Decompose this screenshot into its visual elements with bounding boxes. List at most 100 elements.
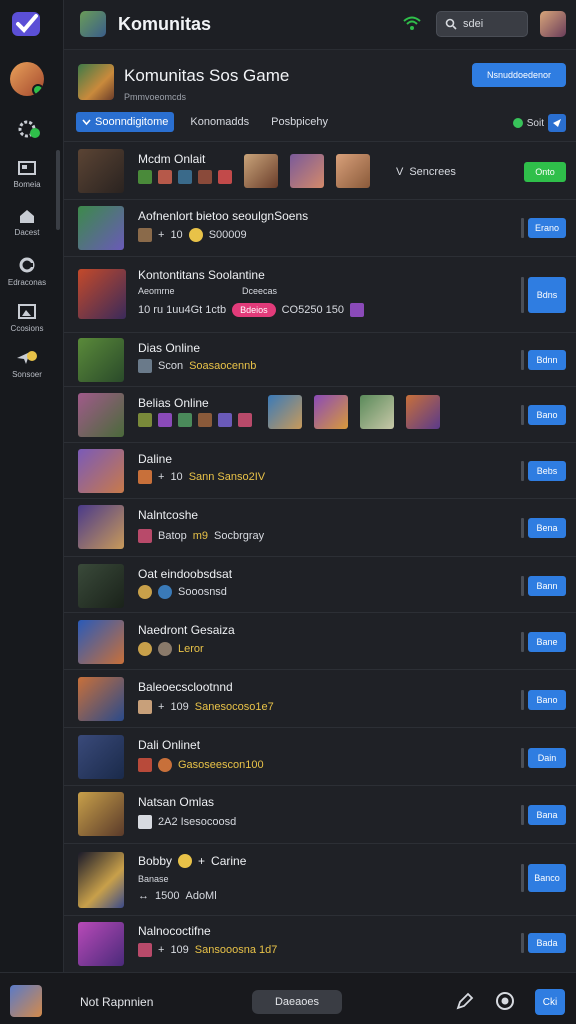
profile-avatar[interactable] [540,11,566,37]
row-title: Belias Online [138,396,209,410]
rail-item-2[interactable]: Edraconas [4,256,50,287]
row-sub-a: Aeomrne [138,286,175,296]
row-action-button[interactable]: Erano [528,218,566,238]
row-meta: 2A2 Isesocoosd [138,815,236,829]
header-action-button[interactable]: Nsnuddoedenor [472,63,566,87]
list-item[interactable]: Oat eindoobsdsat Sooosnsd Bann [64,557,576,613]
list-item[interactable]: Bobby + Carine Banase ↔ 1500 AdoMl Banco [64,844,576,916]
list-item[interactable]: Natsan Omlas 2A2 Isesocoosd Bana [64,786,576,844]
row-thumbnail [78,338,124,382]
row-title: Nalntcoshe [138,508,199,522]
tab-0[interactable]: Soonndigitome [76,112,175,132]
edit-icon[interactable] [455,991,475,1011]
rail-item-4[interactable]: Sonsoer [4,350,50,379]
row-action-button[interactable]: Bdns [528,277,566,313]
chat-button[interactable]: Cki [535,989,565,1015]
list-item[interactable]: Daline +10 Sann Sanso2IV Bebs [64,443,576,499]
row-divider [521,461,524,481]
row-action-button[interactable]: Bane [528,632,566,652]
list-item[interactable]: Naedront Gesaiza Leror Bane [64,613,576,670]
rail-scrollbar[interactable] [56,150,60,230]
row-title: Kontontitans Soolantine [138,268,265,282]
community-list: Mcdm Onlait V Sencrees Onto Aofnenlort bi… [64,142,576,972]
row-divider [521,218,524,238]
bottom-status-label: Not Rapnnien [80,995,154,1009]
settings-gear-icon[interactable] [16,116,42,142]
rail-item-1[interactable]: Dacest [4,208,50,237]
row-title: Naedront Gesaiza [138,623,235,637]
row-divider [521,864,524,892]
row-thumbnail [78,852,124,908]
row-action-button[interactable]: Bano [528,405,566,425]
row-thumbnail [78,206,124,250]
list-item[interactable]: Baleoecsclootnnd +109 Sanesocoso1e7 Bano [64,670,576,728]
row-meta: +10 Sann Sanso2IV [138,470,265,484]
bottom-avatar[interactable] [10,985,42,1017]
online-status-icon [512,118,523,128]
inbox-icon [18,161,36,175]
community-header: Komunitas Sos Game Pmmvoeomcds Nsnuddoed… [64,50,576,142]
refresh-icon [19,257,35,273]
row-action-button[interactable]: Bebs [528,461,566,481]
list-item[interactable]: Nalnococtifne +109 Sansooosna 1d7 Bada [64,916,576,972]
rail-item-label: Bomeia [13,180,41,189]
list-item[interactable]: Nalntcoshe Batop m9 Socbrgray Bena [64,499,576,557]
row-title: Daline [138,452,173,466]
wifi-icon[interactable] [402,14,422,32]
row-action-button[interactable]: Bdnn [528,350,566,370]
row-divider [521,277,524,313]
list-item[interactable]: Mcdm Onlait V Sencrees Onto [64,142,576,200]
community-icon [80,11,106,37]
row-divider [521,576,524,596]
row-meta: Gasoseescon100 [138,758,264,772]
row-action-button[interactable]: Bada [528,933,566,953]
bottom-action-button[interactable]: Daeaoes [252,990,342,1014]
list-item[interactable]: Aofnenlort bietoo seoulgnSoens +10 S00009… [64,200,576,257]
row-title: Bobby [138,854,173,868]
row-divider [521,748,524,768]
row-meta [138,413,252,427]
row-divider [521,518,524,538]
row-thumbnail [78,149,124,193]
status-badge: Bdeios [232,303,276,317]
send-icon[interactable] [548,114,566,132]
row-title: Dias Online [138,341,201,355]
row-thumbnail [78,269,126,319]
tab-label: Soonndigitome [95,116,169,128]
row-meta: Batop m9 Socbrgray [138,529,264,543]
row-action-button[interactable]: Dain [528,748,566,768]
row-thumbnail [78,922,124,966]
row-title: Nalnococtifne [138,924,211,938]
header-right-label[interactable]: Soit [527,118,544,129]
member-thumbnails [268,395,440,429]
chevron-down-icon [82,118,91,125]
header-right-tools: Soit [512,114,566,132]
row-action-button[interactable]: Bann [528,576,566,596]
row-sub-b: Dceecas [242,286,278,296]
search-field[interactable]: sdei [436,11,528,37]
row-meta [138,170,232,184]
rail-item-3[interactable]: Ccosions [4,304,50,333]
row-action-button[interactable]: Banco [528,864,566,892]
list-item[interactable]: Dias Online Scon Soasaocennb Bdnn [64,333,576,387]
left-rail: Bomeia Dacest Edraconas Ccosions Sonsoer [0,0,64,1024]
bottom-bar: Not Rapnnien Daeaoes Cki [0,972,576,1024]
rail-item-label: Edraconas [7,278,47,287]
tab-2[interactable]: Posbpicehy [265,112,334,132]
tab-1[interactable]: Konomadds [184,112,255,132]
row-action-button[interactable]: Onto [524,162,566,182]
list-item[interactable]: Belias Online Bano [64,387,576,443]
record-icon[interactable] [495,991,515,1011]
row-action-button[interactable]: Bena [528,518,566,538]
app-logo-icon[interactable] [10,8,42,40]
row-divider [521,690,524,710]
row-thumbnail [78,735,124,779]
row-action-button[interactable]: Bana [528,805,566,825]
search-icon [445,18,457,30]
row-action-button[interactable]: Bano [528,690,566,710]
rail-item-0[interactable]: Bomeia [4,160,50,189]
user-avatar[interactable] [10,62,44,96]
list-item[interactable]: Kontontitans Soolantine Aeomrne Dceecas … [64,257,576,333]
row-divider [521,805,524,825]
list-item[interactable]: Dali Onlinet Gasoseescon100 Dain [64,728,576,786]
